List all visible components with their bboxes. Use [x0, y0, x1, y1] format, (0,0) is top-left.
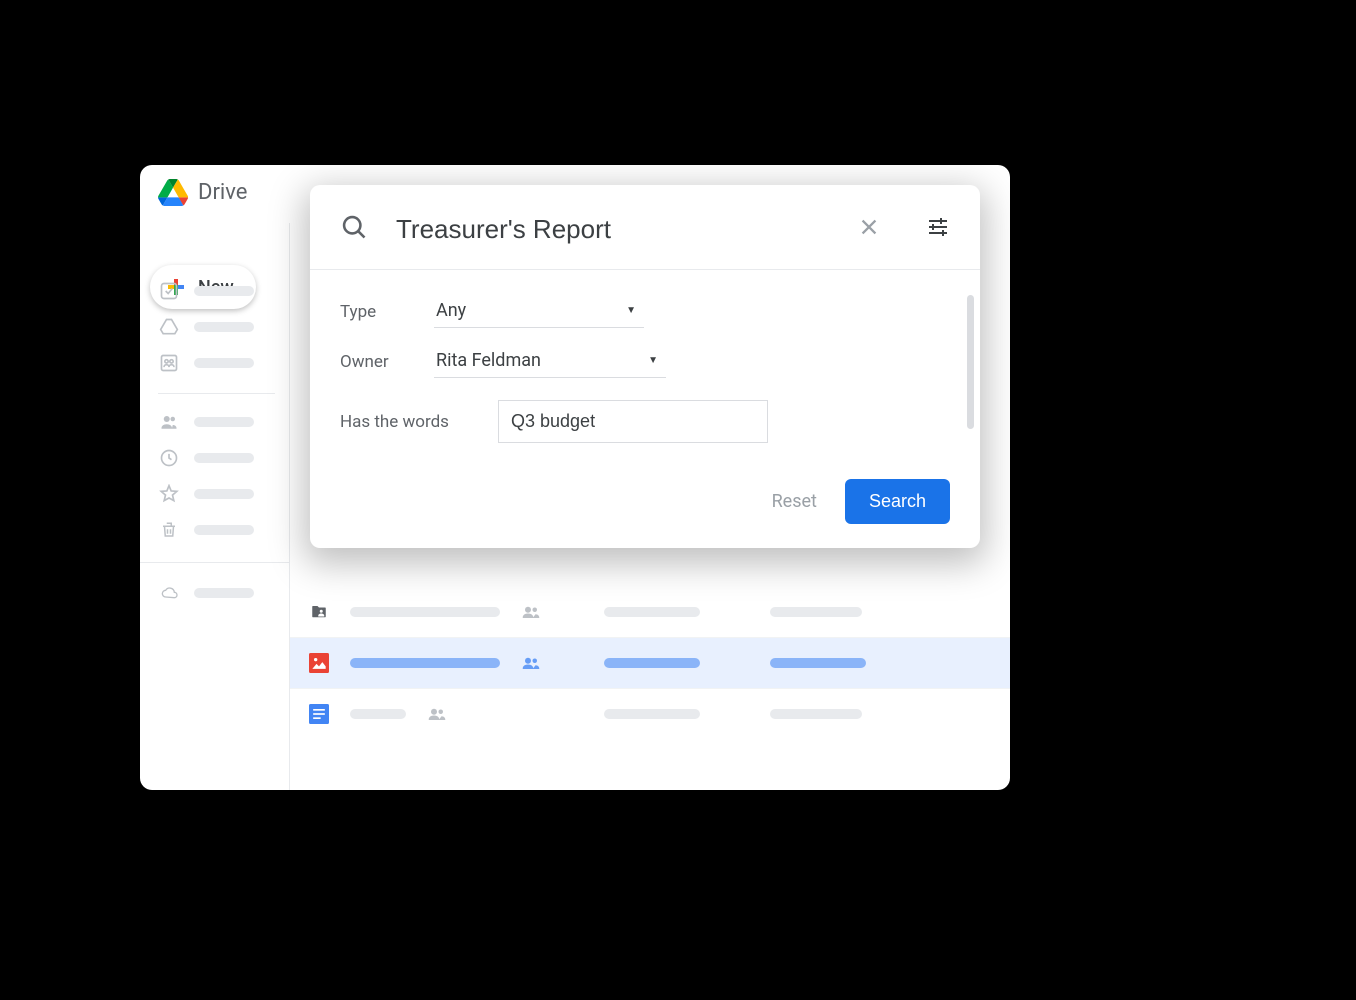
shared-icon	[520, 656, 542, 670]
caret-down-icon: ▼	[648, 355, 658, 366]
sidebar-item-storage[interactable]	[158, 575, 275, 611]
drive-outline-icon	[158, 316, 180, 338]
sidebar-item-trash[interactable]	[158, 512, 275, 548]
file-row[interactable]	[290, 689, 1010, 739]
sidebar-item-mydrive[interactable]	[158, 309, 275, 345]
type-label: Type	[340, 302, 434, 322]
sidebar-item-recent[interactable]	[158, 440, 275, 476]
folder-shared-icon	[308, 601, 330, 623]
cloud-icon	[158, 582, 180, 604]
image-file-icon	[308, 652, 330, 674]
shared-icon	[520, 605, 542, 619]
drive-logo-icon	[158, 179, 188, 206]
sidebar-item-priority[interactable]	[158, 273, 275, 309]
search-button[interactable]: Search	[845, 479, 950, 524]
reset-button[interactable]: Reset	[772, 491, 817, 512]
search-header	[310, 185, 980, 270]
has-words-label: Has the words	[340, 412, 498, 432]
sidebar-item-starred[interactable]	[158, 476, 275, 512]
shared-icon	[426, 707, 448, 721]
trash-icon	[158, 519, 180, 541]
sidebar-item-shared[interactable]	[158, 404, 275, 440]
sidebar	[140, 223, 290, 790]
owner-select[interactable]: Rita Feldman ▼	[434, 346, 666, 378]
search-input[interactable]	[396, 214, 830, 245]
scrollbar-thumb[interactable]	[967, 295, 974, 429]
file-row-selected[interactable]	[290, 638, 1010, 688]
star-icon	[158, 483, 180, 505]
owner-value: Rita Feldman	[436, 350, 541, 371]
owner-label: Owner	[340, 352, 434, 372]
docs-file-icon	[308, 703, 330, 725]
advanced-search-panel: Type Any ▼ Owner Rita Feldman ▼ Has the …	[310, 185, 980, 548]
type-value: Any	[436, 300, 466, 321]
app-name: Drive	[198, 180, 247, 205]
clear-search-button[interactable]	[858, 216, 880, 242]
clock-icon	[158, 447, 180, 469]
file-row[interactable]	[290, 587, 1010, 637]
people-icon	[158, 411, 180, 433]
caret-down-icon: ▼	[626, 305, 636, 316]
people-square-icon	[158, 352, 180, 374]
search-options-icon[interactable]	[926, 215, 950, 243]
has-words-input[interactable]	[498, 400, 768, 443]
type-select[interactable]: Any ▼	[434, 296, 644, 328]
search-icon	[340, 213, 368, 245]
sidebar-item-shared-drives[interactable]	[158, 345, 275, 381]
check-square-icon	[158, 280, 180, 302]
